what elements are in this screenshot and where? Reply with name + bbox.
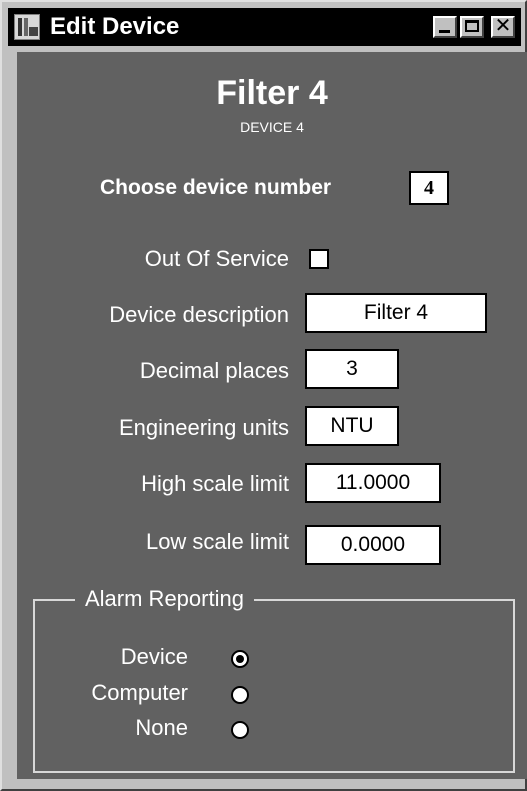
out-of-service-label: Out Of Service	[144, 246, 289, 271]
radio-selected-dot	[236, 655, 244, 663]
window-title: Edit Device	[50, 13, 180, 40]
decimal-places-field[interactable]: 3	[305, 349, 399, 389]
high-scale-limit-field[interactable]: 11.0000	[305, 463, 441, 503]
low-scale-limit-field[interactable]: 0.0000	[305, 525, 441, 565]
radio-label-none: None	[135, 715, 188, 740]
alarm-reporting-group: Alarm Reporting Device Computer None	[33, 584, 515, 773]
radio-none[interactable]	[231, 721, 249, 739]
title-bar[interactable]: Edit Device ✕	[8, 8, 521, 46]
low-scale-limit-label: Low scale limit	[145, 529, 289, 554]
edit-device-window: Edit Device ✕ Filter 4 DEVICE 4 Choose d…	[0, 0, 527, 791]
radio-label-computer: Computer	[91, 680, 188, 705]
device-number-field[interactable]: 4	[409, 171, 449, 205]
device-id-subheading: DEVICE 4	[240, 119, 304, 135]
device-description-label: Device description	[109, 302, 289, 327]
dialog-body: Filter 4 DEVICE 4 Choose device number 4…	[17, 52, 527, 779]
engineering-units-label: Engineering units	[118, 415, 289, 440]
close-button[interactable]: ✕	[491, 15, 515, 38]
app-icon[interactable]	[14, 14, 40, 40]
maximize-icon	[465, 20, 479, 32]
decimal-places-label: Decimal places	[139, 358, 289, 383]
radio-device[interactable]	[231, 650, 249, 668]
minimize-button[interactable]	[433, 16, 457, 38]
device-number-label: Choose device number	[100, 176, 332, 199]
minimize-icon	[439, 30, 450, 33]
radio-computer[interactable]	[231, 686, 249, 704]
device-name-heading: Filter 4	[216, 74, 328, 112]
engineering-units-field[interactable]: NTU	[305, 406, 399, 446]
alarm-reporting-title: Alarm Reporting	[75, 584, 254, 614]
device-description-field[interactable]: Filter 4	[305, 293, 487, 333]
maximize-button[interactable]	[460, 16, 484, 38]
close-icon: ✕	[494, 15, 512, 37]
radio-label-device: Device	[120, 644, 188, 669]
high-scale-limit-label: High scale limit	[141, 471, 289, 496]
out-of-service-checkbox[interactable]	[309, 249, 329, 269]
